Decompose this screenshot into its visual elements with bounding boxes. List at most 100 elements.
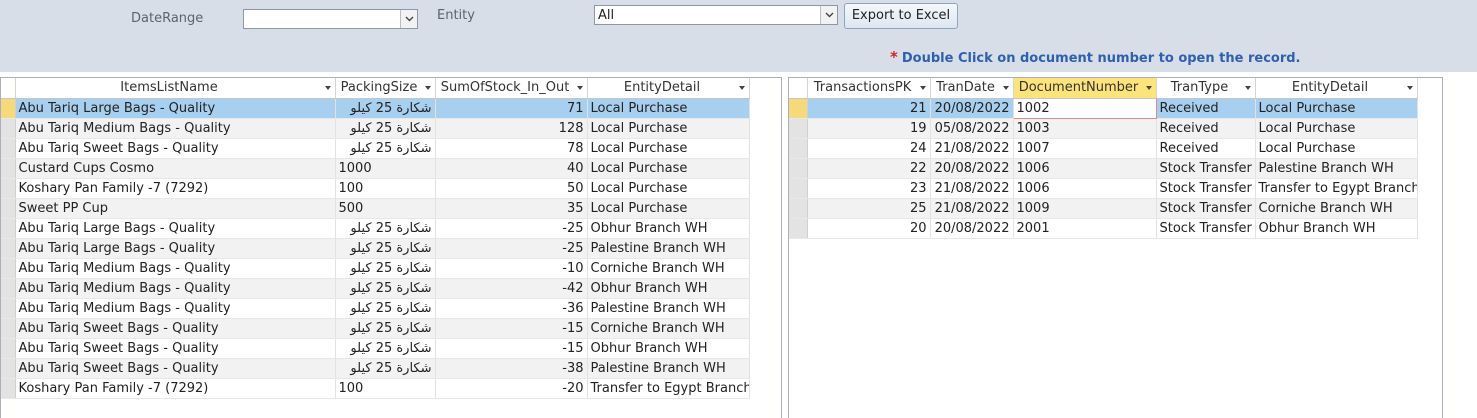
row-selector[interactable] bbox=[1, 298, 16, 319]
chevron-down-icon[interactable] bbox=[919, 86, 926, 90]
chevron-down-icon[interactable] bbox=[1406, 86, 1413, 90]
row-selector[interactable] bbox=[1, 338, 16, 359]
cell-entity-detail[interactable]: Obhur Branch WH bbox=[1255, 218, 1418, 239]
cell-items-list-name[interactable]: Abu Tariq Large Bags - Quality bbox=[15, 218, 336, 239]
cell-items-list-name[interactable]: Abu Tariq Large Bags - Quality bbox=[15, 98, 336, 119]
cell-packing-size[interactable]: شكارة 25 كيلو bbox=[335, 118, 436, 139]
cell-transactions-pk[interactable]: 20 bbox=[807, 218, 931, 239]
cell-packing-size[interactable]: شكارة 25 كيلو bbox=[335, 238, 436, 259]
cell-entity-detail[interactable]: Local Purchase bbox=[1255, 138, 1418, 159]
column-header-items-list-name[interactable]: ItemsListName bbox=[15, 78, 336, 99]
cell-items-list-name[interactable]: Abu Tariq Sweet Bags - Quality bbox=[15, 338, 336, 359]
chevron-down-icon[interactable] bbox=[1002, 86, 1009, 90]
chevron-down-icon[interactable] bbox=[576, 86, 583, 90]
row-selector[interactable] bbox=[789, 158, 808, 179]
cell-packing-size[interactable]: شكارة 25 كيلو bbox=[335, 138, 436, 159]
cell-packing-size[interactable]: 500 bbox=[335, 198, 436, 219]
cell-tran-date[interactable]: 21/08/2022 bbox=[930, 178, 1014, 199]
table-row[interactable]: Abu Tariq Sweet Bags - Quality شكارة 25 ك… bbox=[1, 358, 750, 379]
cell-entity-detail[interactable]: Palestine Branch WH bbox=[1255, 158, 1418, 179]
cell-document-number[interactable]: 1003 bbox=[1013, 118, 1157, 139]
cell-sum-of-stock[interactable]: -38 bbox=[435, 358, 588, 379]
row-selector[interactable] bbox=[1, 218, 16, 239]
cell-packing-size[interactable]: شكارة 25 كيلو bbox=[335, 278, 436, 299]
row-selector[interactable] bbox=[1, 358, 16, 379]
cell-sum-of-stock[interactable]: -36 bbox=[435, 298, 588, 319]
date-range-combo[interactable] bbox=[243, 9, 418, 29]
row-selector[interactable] bbox=[789, 118, 808, 139]
cell-sum-of-stock[interactable]: 40 bbox=[435, 158, 588, 179]
table-row[interactable]: Custard Cups Cosmo 1000 40 Local Purchase bbox=[1, 158, 750, 179]
items-datasheet[interactable]: ItemsListName PackingSize SumOfStock_In_… bbox=[0, 77, 782, 418]
row-selector[interactable] bbox=[1, 278, 16, 299]
table-row[interactable]: 19 05/08/2022 1003 Received Local Purchase bbox=[789, 118, 1418, 139]
cell-packing-size[interactable]: شكارة 25 كيلو bbox=[335, 318, 436, 339]
cell-entity-detail[interactable]: Obhur Branch WH bbox=[587, 338, 750, 359]
table-row[interactable]: Abu Tariq Sweet Bags - Quality شكارة 25 ك… bbox=[1, 338, 750, 359]
chevron-down-icon[interactable] bbox=[324, 86, 331, 90]
cell-transactions-pk[interactable]: 25 bbox=[807, 198, 931, 219]
chevron-down-icon[interactable] bbox=[738, 86, 745, 90]
cell-items-list-name[interactable]: Custard Cups Cosmo bbox=[15, 158, 336, 179]
column-header-sum-of-stock[interactable]: SumOfStock_In_Out bbox=[435, 78, 588, 99]
cell-tran-date[interactable]: 20/08/2022 bbox=[930, 98, 1014, 119]
cell-document-number[interactable]: 2001 bbox=[1013, 218, 1157, 239]
cell-sum-of-stock[interactable]: -15 bbox=[435, 338, 588, 359]
cell-packing-size[interactable]: شكارة 25 كيلو bbox=[335, 258, 436, 279]
cell-sum-of-stock[interactable]: 78 bbox=[435, 138, 588, 159]
cell-packing-size[interactable]: شكارة 25 كيلو bbox=[335, 218, 436, 239]
chevron-down-icon[interactable] bbox=[400, 10, 417, 28]
cell-sum-of-stock[interactable]: -15 bbox=[435, 318, 588, 339]
table-row[interactable]: 23 21/08/2022 1006 Stock Transfer Transfer t… bbox=[789, 178, 1418, 199]
row-selector[interactable] bbox=[1, 238, 16, 259]
column-header-tran-date[interactable]: TranDate bbox=[930, 78, 1014, 99]
chevron-down-icon[interactable] bbox=[820, 6, 837, 24]
cell-packing-size[interactable]: شكارة 25 كيلو bbox=[335, 98, 436, 119]
cell-transactions-pk[interactable]: 22 bbox=[807, 158, 931, 179]
cell-entity-detail[interactable]: Local Purchase bbox=[1255, 98, 1418, 119]
column-header-tran-type[interactable]: TranType bbox=[1156, 78, 1256, 99]
row-selector[interactable] bbox=[1, 258, 16, 279]
cell-sum-of-stock[interactable]: 128 bbox=[435, 118, 588, 139]
transactions-datasheet[interactable]: TransactionsPK TranDate DocumentNumber T… bbox=[788, 77, 1443, 418]
table-row[interactable]: Abu Tariq Medium Bags - Quality شكارة 25 … bbox=[1, 278, 750, 299]
cell-sum-of-stock[interactable]: -20 bbox=[435, 378, 588, 399]
cell-items-list-name[interactable]: Abu Tariq Medium Bags - Quality bbox=[15, 298, 336, 319]
cell-entity-detail[interactable]: Transfer to Egypt Branch bbox=[1255, 178, 1418, 199]
cell-tran-type[interactable]: Received bbox=[1156, 98, 1256, 119]
cell-items-list-name[interactable]: Abu Tariq Medium Bags - Quality bbox=[15, 118, 336, 139]
row-selector[interactable] bbox=[1, 98, 16, 119]
cell-document-number[interactable]: 1002 bbox=[1012, 97, 1157, 119]
cell-entity-detail[interactable]: Palestine Branch WH bbox=[587, 238, 750, 259]
cell-packing-size[interactable]: 100 bbox=[335, 178, 436, 199]
column-header-entity-detail[interactable]: EntityDetail bbox=[1255, 78, 1418, 99]
cell-packing-size[interactable]: شكارة 25 كيلو bbox=[335, 358, 436, 379]
select-all-corner[interactable] bbox=[789, 78, 808, 99]
cell-sum-of-stock[interactable]: -42 bbox=[435, 278, 588, 299]
table-row[interactable]: 21 20/08/2022 1002 Received Local Purchase bbox=[789, 97, 1418, 119]
select-all-corner[interactable] bbox=[1, 78, 16, 99]
table-row[interactable]: 22 20/08/2022 1006 Stock Transfer Palestine … bbox=[789, 158, 1418, 179]
row-selector[interactable] bbox=[789, 178, 808, 199]
cell-entity-detail[interactable]: Corniche Branch WH bbox=[587, 258, 750, 279]
cell-document-number[interactable]: 1007 bbox=[1013, 138, 1157, 159]
cell-items-list-name[interactable]: Sweet PP Cup bbox=[15, 198, 336, 219]
cell-tran-date[interactable]: 21/08/2022 bbox=[930, 138, 1014, 159]
cell-entity-detail[interactable]: Local Purchase bbox=[587, 178, 750, 199]
cell-transactions-pk[interactable]: 23 bbox=[807, 178, 931, 199]
cell-transactions-pk[interactable]: 19 bbox=[807, 118, 931, 139]
cell-items-list-name[interactable]: Abu Tariq Sweet Bags - Quality bbox=[15, 358, 336, 379]
cell-sum-of-stock[interactable]: -25 bbox=[435, 238, 588, 259]
table-row[interactable]: 25 21/08/2022 1009 Stock Transfer Corniche B… bbox=[789, 198, 1418, 219]
cell-items-list-name[interactable]: Abu Tariq Sweet Bags - Quality bbox=[15, 318, 336, 339]
cell-entity-detail[interactable]: Obhur Branch WH bbox=[587, 278, 750, 299]
cell-entity-detail[interactable]: Local Purchase bbox=[1255, 118, 1418, 139]
cell-document-number[interactable]: 1006 bbox=[1013, 178, 1157, 199]
cell-entity-detail[interactable]: Corniche Branch WH bbox=[587, 318, 750, 339]
cell-packing-size[interactable]: شكارة 25 كيلو bbox=[335, 338, 436, 359]
cell-sum-of-stock[interactable]: 35 bbox=[435, 198, 588, 219]
table-row[interactable]: Abu Tariq Medium Bags - Quality شكارة 25 … bbox=[1, 258, 750, 279]
row-selector[interactable] bbox=[789, 198, 808, 219]
cell-entity-detail[interactable]: Palestine Branch WH bbox=[587, 298, 750, 319]
cell-items-list-name[interactable]: Abu Tariq Medium Bags - Quality bbox=[15, 258, 336, 279]
